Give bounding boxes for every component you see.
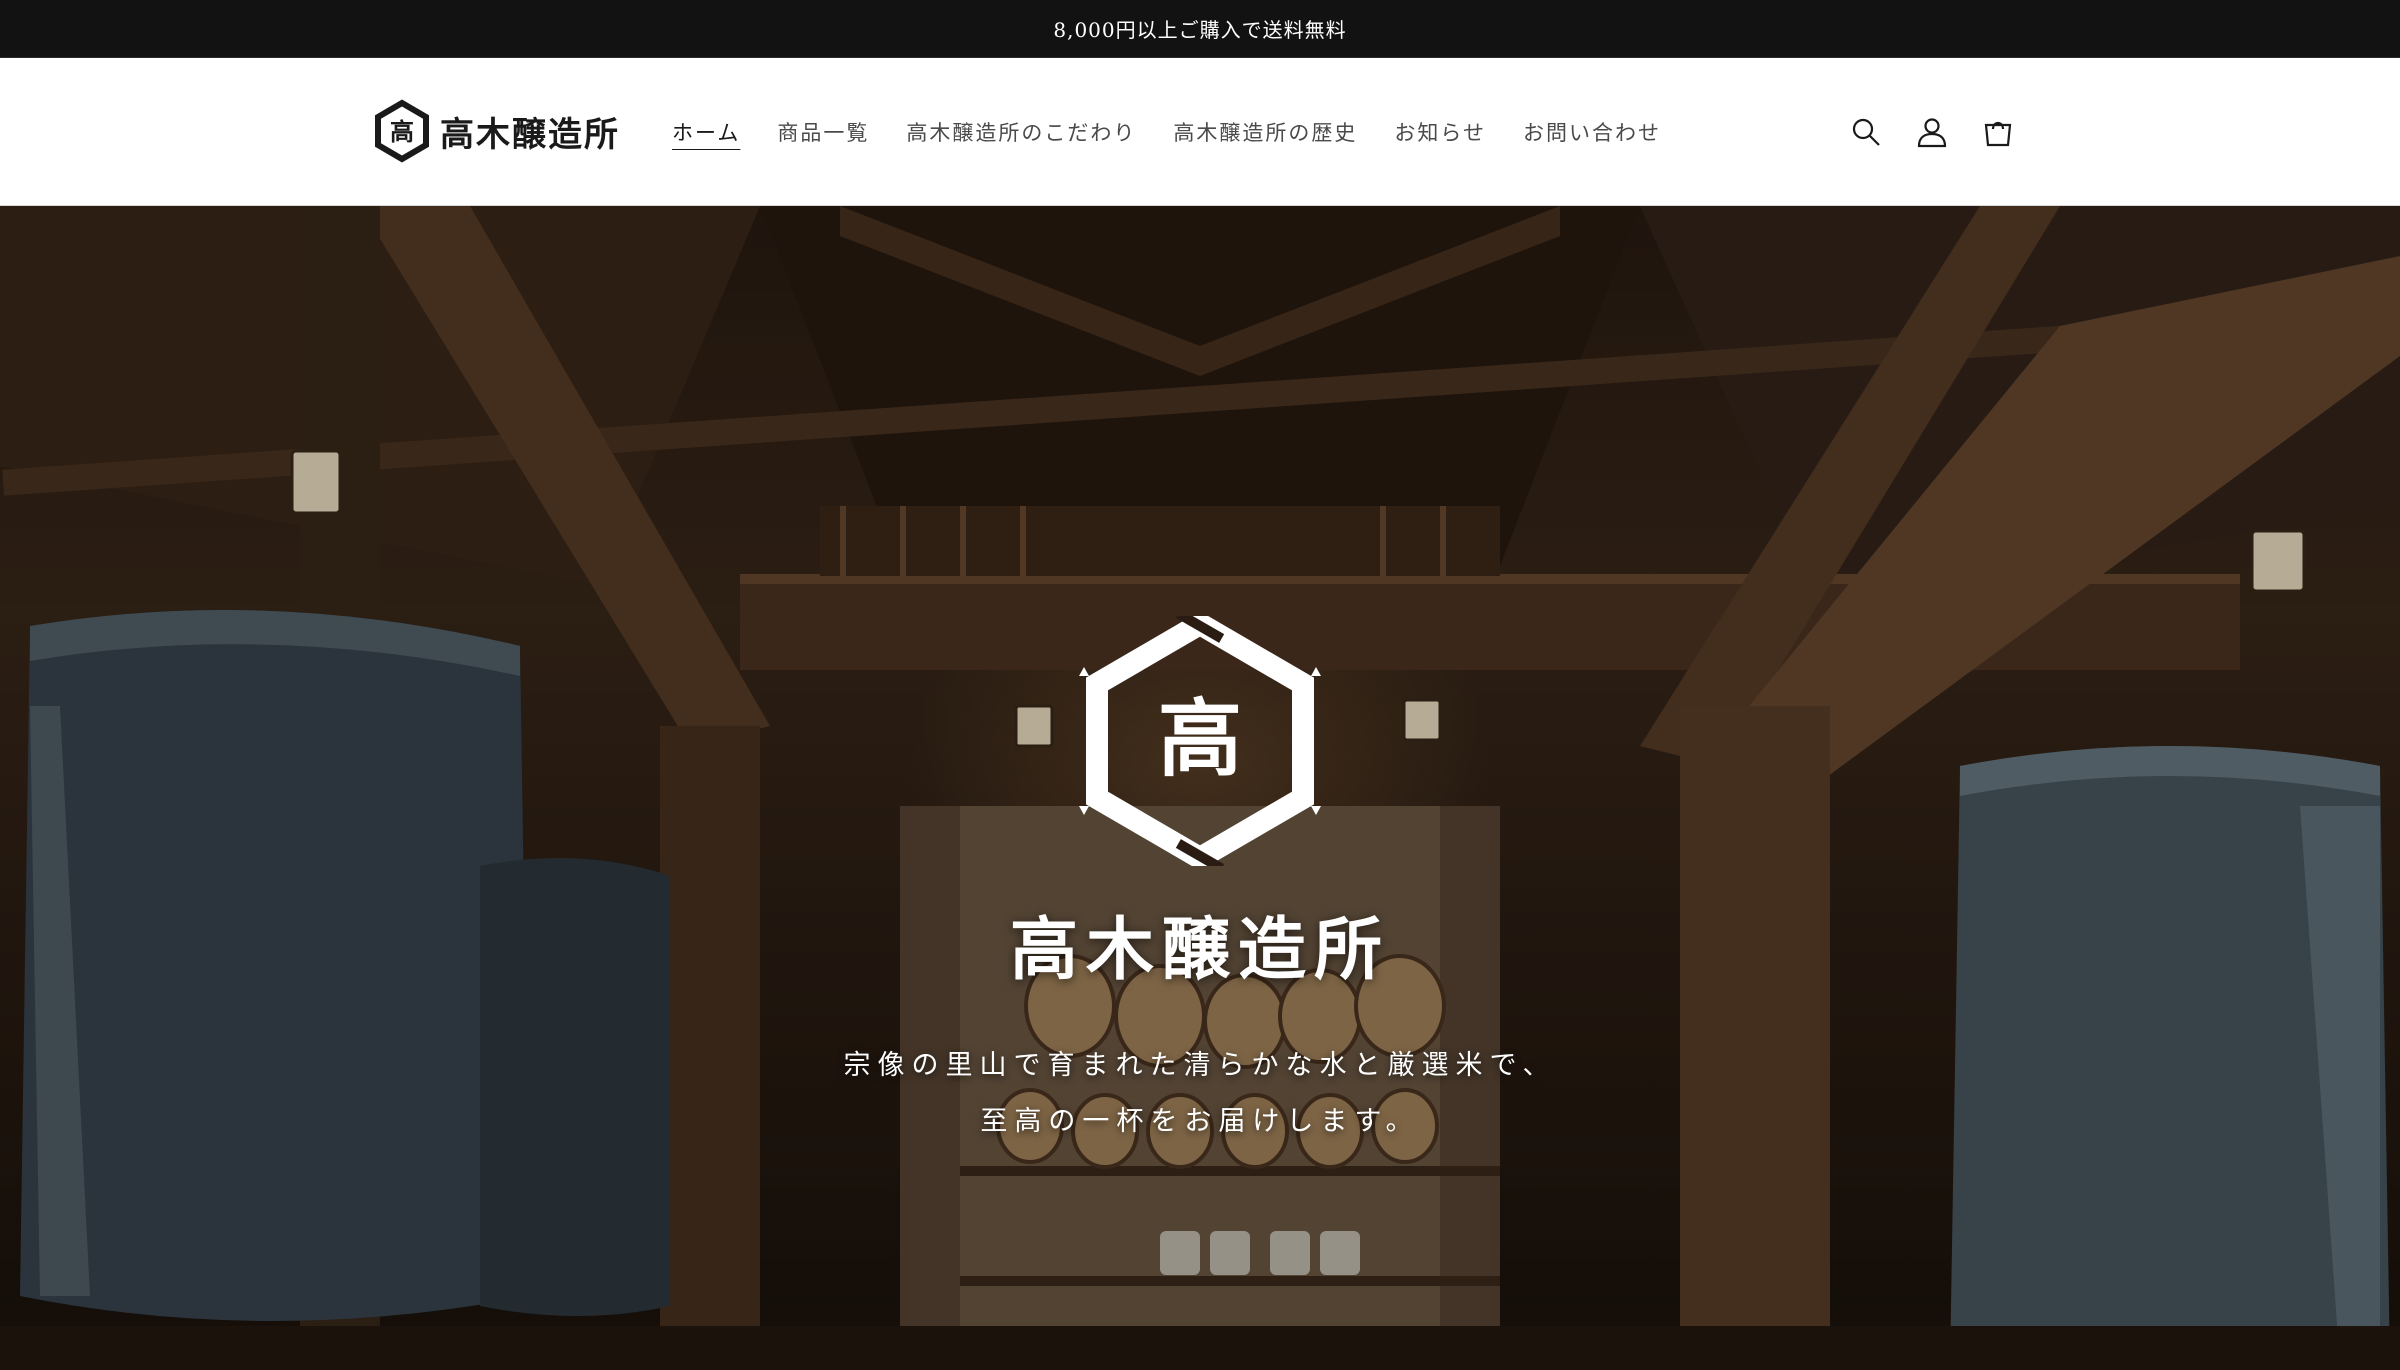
- nav-item-contact[interactable]: お問い合わせ: [1523, 117, 1661, 147]
- hero-tagline-line-1: 宗像の里山で育まれた清らかな水と厳選米で、: [843, 1050, 1557, 1081]
- logo-text: 高木醸造所: [440, 114, 620, 155]
- nav-item-history[interactable]: 高木醸造所の歴史: [1173, 117, 1357, 147]
- nav-item-news[interactable]: お知らせ: [1394, 117, 1486, 147]
- account-icon: [1917, 117, 1947, 147]
- logo-mark-glyph: 高: [390, 117, 414, 146]
- logo-mark-icon: 高: [375, 99, 429, 163]
- nav-item-products[interactable]: 商品一覧: [777, 117, 869, 147]
- nav-item-commitment[interactable]: 高木醸造所のこだわり: [906, 117, 1136, 147]
- header-icons: [1848, 58, 2016, 205]
- hero-title: 高木醸造所: [1009, 910, 1390, 990]
- announcement-bar: 8,000円以上ご購入で送料無料: [0, 0, 2400, 58]
- search-icon: [1852, 118, 1880, 146]
- site-header: 高 高木醸造所 ホーム 商品一覧 高木醸造所のこだわり 高木醸造所の歴史 お知ら…: [0, 58, 2400, 206]
- hero-tagline: 宗像の里山で育まれた清らかな水と厳選米で、 至高の一杯をお届けします。: [0, 1038, 2400, 1150]
- site-logo[interactable]: 高 高木醸造所: [372, 99, 620, 163]
- main-nav: ホーム 商品一覧 高木醸造所のこだわり 高木醸造所の歴史 お知らせ お問い合わせ: [672, 58, 1661, 205]
- cart-icon: [1984, 121, 2012, 146]
- nav-item-home[interactable]: ホーム: [672, 117, 740, 147]
- cart-button[interactable]: [1980, 114, 2016, 150]
- hero-tagline-line-2: 至高の一杯をお届けします。: [980, 1106, 1420, 1137]
- hero-crest-icon: 高: [1079, 616, 1321, 866]
- hero-banner: 高 高木醸造所 宗像の里山で育まれた清らかな水と厳選米で、 至高の一杯をお届けし…: [0, 206, 2400, 1370]
- search-button[interactable]: [1848, 114, 1884, 150]
- hero-crest-glyph: 高: [1158, 689, 1242, 788]
- announcement-text: 8,000円以上ご購入で送料無料: [1053, 18, 1347, 42]
- account-button[interactable]: [1914, 114, 1950, 150]
